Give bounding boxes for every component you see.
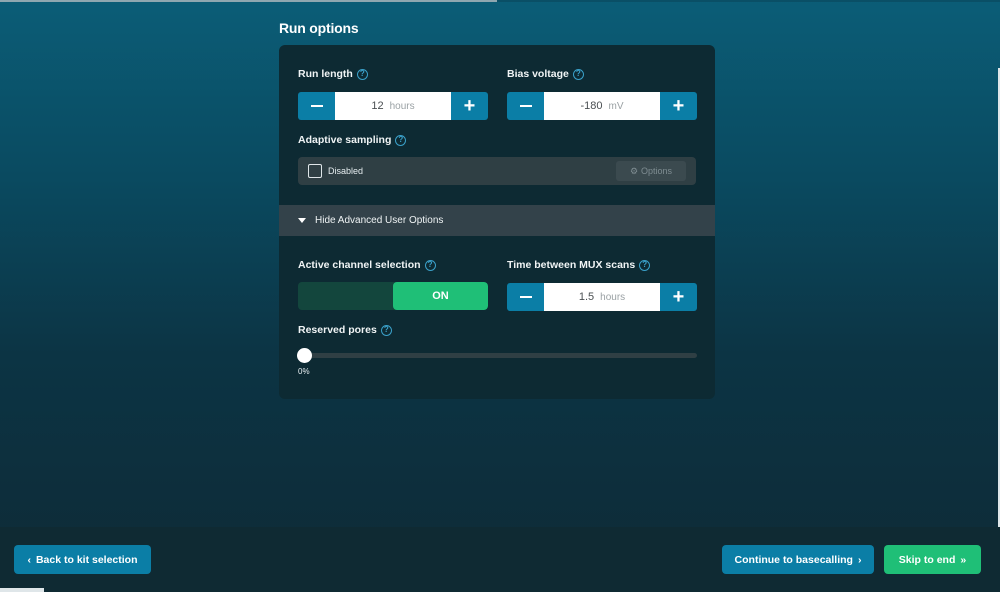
continue-button-label: Continue to basecalling — [734, 553, 853, 566]
help-icon[interactable]: ? — [639, 259, 651, 271]
back-button-label: Back to kit selection — [35, 553, 138, 566]
run-length-increment-button[interactable]: + — [451, 92, 488, 120]
mux-scans-label-group: Time between MUX scans ? — [507, 259, 651, 271]
run-length-unit: hours — [389, 100, 415, 112]
bias-voltage-value: -180 — [580, 100, 603, 112]
skip-to-end-button[interactable]: Skip to end » — [884, 545, 981, 574]
adaptive-sampling-options-button[interactable]: ⚙ Options — [616, 161, 686, 181]
run-length-label: Run length — [298, 68, 353, 80]
run-length-value: 12 — [371, 100, 384, 112]
bias-voltage-stepper: -180 mV + — [507, 92, 697, 120]
advanced-options-toggle-label: Hide Advanced User Options — [315, 215, 444, 226]
run-length-decrement-button[interactable] — [298, 92, 335, 120]
back-to-kit-selection-button[interactable]: ‹ Back to kit selection — [14, 545, 151, 574]
bias-voltage-label: Bias voltage — [507, 68, 569, 80]
chevron-right-icon: › — [857, 553, 862, 566]
plus-icon: + — [672, 94, 685, 117]
minus-icon — [519, 104, 532, 108]
run-length-label-group: Run length ? — [298, 68, 368, 80]
double-chevron-right-icon: » — [960, 553, 967, 566]
bias-voltage-increment-button[interactable]: + — [660, 92, 697, 120]
run-options-card: Run length ? 12 hours + Bias voltage ? -… — [279, 45, 715, 399]
help-icon[interactable]: ? — [424, 259, 436, 271]
reserved-pores-label: Reserved pores — [298, 324, 377, 336]
advanced-options-toggle[interactable]: Hide Advanced User Options — [279, 205, 715, 236]
adaptive-sampling-label: Adaptive sampling — [298, 134, 392, 146]
top-progress-fill — [0, 0, 497, 2]
reserved-pores-label-group: Reserved pores ? — [298, 324, 392, 336]
active-channel-on-state: ON — [393, 282, 488, 310]
mux-scans-increment-button[interactable]: + — [660, 283, 697, 311]
chevron-down-icon — [298, 218, 306, 223]
mux-scans-input[interactable]: 1.5 hours — [544, 283, 660, 311]
minus-icon — [310, 104, 323, 108]
mux-scans-stepper: 1.5 hours + — [507, 283, 697, 311]
mux-scans-unit: hours — [600, 291, 626, 303]
footer-bar: ‹ Back to kit selection Continue to base… — [0, 527, 1000, 592]
plus-icon: + — [463, 94, 476, 117]
skip-button-label: Skip to end — [898, 553, 956, 566]
run-length-input[interactable]: 12 hours — [335, 92, 451, 120]
top-progress-bar — [0, 0, 1000, 2]
adaptive-sampling-checkbox[interactable] — [308, 164, 322, 178]
continue-to-basecalling-button[interactable]: Continue to basecalling › — [722, 545, 874, 574]
options-label: Options — [641, 166, 673, 176]
active-channel-label-group: Active channel selection ? — [298, 259, 436, 271]
run-length-stepper: 12 hours + — [298, 92, 488, 120]
adaptive-sampling-label-group: Adaptive sampling ? — [298, 134, 407, 146]
minus-icon — [519, 295, 532, 299]
bias-voltage-decrement-button[interactable] — [507, 92, 544, 120]
adaptive-sampling-state: Disabled — [328, 166, 364, 176]
chevron-left-icon: ‹ — [27, 553, 31, 566]
help-icon[interactable]: ? — [380, 324, 392, 336]
bias-voltage-unit: mV — [608, 100, 624, 112]
gear-icon: ⚙ — [629, 165, 639, 176]
reserved-pores-value: 0% — [298, 367, 310, 376]
help-icon[interactable]: ? — [395, 134, 407, 146]
help-icon[interactable]: ? — [572, 68, 584, 80]
reserved-pores-slider-track[interactable] — [301, 353, 697, 358]
reserved-pores-slider-thumb[interactable] — [297, 348, 312, 363]
plus-icon: + — [672, 285, 685, 308]
active-channel-label: Active channel selection — [298, 259, 421, 271]
bias-voltage-label-group: Bias voltage ? — [507, 68, 584, 80]
footer-tab — [0, 588, 44, 592]
bias-voltage-input[interactable]: -180 mV — [544, 92, 660, 120]
mux-scans-value: 1.5 — [578, 291, 595, 303]
active-channel-toggle[interactable]: ON — [298, 282, 488, 310]
mux-scans-label: Time between MUX scans — [507, 259, 636, 271]
mux-scans-decrement-button[interactable] — [507, 283, 544, 311]
help-icon[interactable]: ? — [356, 68, 368, 80]
adaptive-sampling-row: Disabled ⚙ Options — [298, 157, 696, 185]
section-title: Run options — [279, 20, 359, 36]
